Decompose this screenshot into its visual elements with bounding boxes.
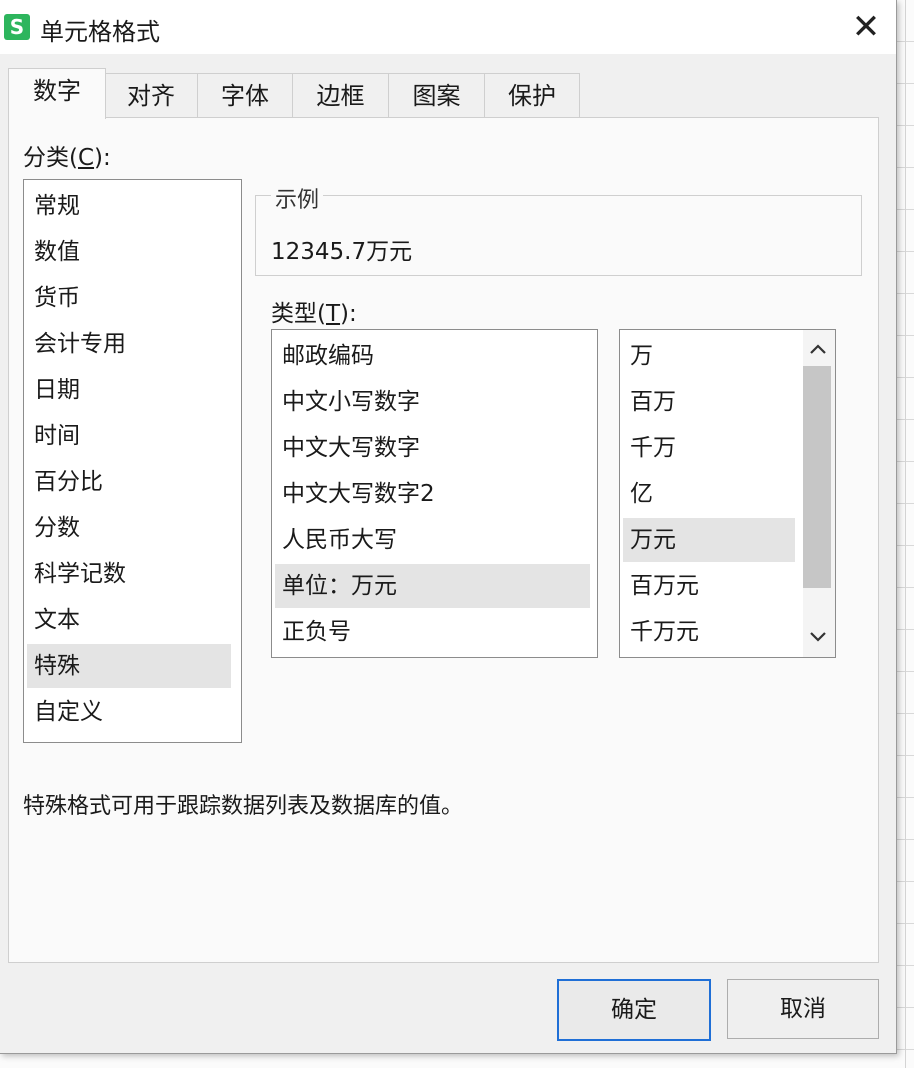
dialog-title: 单元格格式 [40, 18, 160, 46]
close-button[interactable]: ✕ [846, 8, 886, 48]
category-item[interactable]: 日期 [27, 368, 231, 412]
category-item[interactable]: 文本 [27, 598, 231, 642]
category-item[interactable]: 百分比 [27, 460, 231, 504]
unit-item[interactable]: 万 [623, 334, 795, 378]
sample-value: 12345.7万元 [271, 239, 413, 265]
type-label: 类型(T): [271, 301, 357, 327]
category-item[interactable]: 自定义 [27, 690, 231, 734]
wps-app-icon: S [4, 14, 30, 40]
type-item[interactable]: 中文大写数字 [275, 426, 590, 470]
category-list[interactable]: 常规 数值 货币 会计专用 日期 时间 百分比 分数 科学记数 文本 特殊 自定… [23, 179, 242, 743]
unit-scrollbar[interactable] [803, 330, 835, 657]
sample-title: 示例 [271, 182, 324, 214]
description-text: 特殊格式可用于跟踪数据列表及数据库的值。 [23, 794, 464, 819]
category-item[interactable]: 货币 [27, 276, 231, 320]
type-item[interactable]: 中文小写数字 [275, 380, 590, 424]
scrollbar-thumb[interactable] [803, 366, 831, 588]
tab-number[interactable]: 数字 [8, 68, 106, 119]
category-label: 分类(C): [23, 145, 111, 171]
title-bar: S 单元格格式 ✕ [0, 0, 896, 54]
unit-item[interactable]: 百万 [623, 380, 795, 424]
tab-border[interactable]: 边框 [292, 73, 389, 118]
chevron-up-icon[interactable] [803, 334, 833, 364]
number-tab-panel: 分类(C): 常规 数值 货币 会计专用 日期 时间 百分比 分数 科学记数 文… [8, 117, 879, 963]
type-item[interactable]: 人民币大写 [275, 518, 590, 562]
unit-item[interactable]: 千万元 [623, 610, 795, 654]
tab-protection[interactable]: 保护 [484, 73, 580, 118]
category-item[interactable]: 分数 [27, 506, 231, 550]
category-item[interactable]: 科学记数 [27, 552, 231, 596]
tab-pattern[interactable]: 图案 [388, 73, 485, 118]
tab-font[interactable]: 字体 [197, 73, 293, 118]
ok-button[interactable]: 确定 [557, 979, 711, 1041]
cancel-button[interactable]: 取消 [727, 979, 879, 1039]
category-item-selected[interactable]: 特殊 [27, 644, 231, 688]
unit-item[interactable]: 百万元 [623, 564, 795, 608]
category-item[interactable]: 时间 [27, 414, 231, 458]
grid-line [905, 0, 906, 1068]
category-item[interactable]: 常规 [27, 184, 231, 228]
unit-item[interactable]: 亿 [623, 472, 795, 516]
format-cells-dialog: S 单元格格式 ✕ 数字 对齐 字体 边框 图案 保护 分类(C): 常规 数值… [0, 0, 897, 1054]
type-item[interactable]: 中文大写数字2 [275, 472, 590, 516]
type-item[interactable]: 正负号 [275, 610, 590, 654]
tab-alignment[interactable]: 对齐 [104, 73, 198, 118]
type-item-selected[interactable]: 单位：万元 [275, 564, 590, 608]
type-item[interactable]: 邮政编码 [275, 334, 590, 378]
chevron-down-icon[interactable] [803, 622, 833, 652]
category-item[interactable]: 会计专用 [27, 322, 231, 366]
type-list[interactable]: 邮政编码 中文小写数字 中文大写数字 中文大写数字2 人民币大写 单位：万元 正… [271, 329, 598, 658]
category-item[interactable]: 数值 [27, 230, 231, 274]
unit-list[interactable]: 万 百万 千万 亿 万元 百万元 千万元 [619, 329, 836, 658]
unit-item-selected[interactable]: 万元 [623, 518, 795, 562]
unit-item[interactable]: 千万 [623, 426, 795, 470]
